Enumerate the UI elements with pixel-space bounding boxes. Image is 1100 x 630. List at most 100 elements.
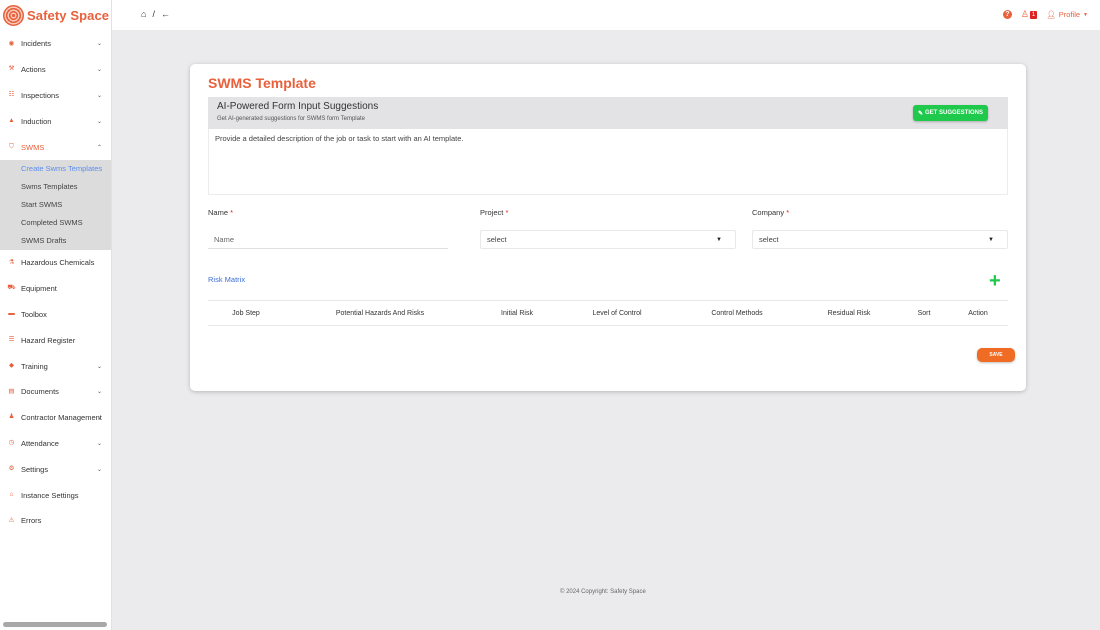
chevron-icon: ⌄ (96, 41, 102, 48)
sidebar-item-label: Documents (21, 387, 59, 397)
profile-menu[interactable]: 👤︎ Profile ▼ (1046, 10, 1088, 19)
sidebar-item-label: Hazard Register (21, 335, 76, 345)
logo-mark-icon (3, 4, 24, 26)
name-label-text: Name (208, 208, 229, 217)
sidebar-item-label: Training (21, 361, 48, 371)
sidebar-item-label: SWMS (21, 142, 45, 152)
help-icon[interactable]: ? (1002, 10, 1012, 19)
name-field (208, 230, 448, 249)
chevron-icon: ⌄ (96, 389, 102, 396)
list-icon: ☰ (8, 336, 15, 344)
sidebar-item-instance-settings[interactable]: ⌂ Instance Settings (0, 482, 111, 508)
chevron-icon: ⌄ (96, 440, 102, 447)
sidebar-item-label: Equipment (21, 284, 57, 294)
sidebar-scrollbar[interactable] (3, 622, 107, 627)
shield-icon: ⛉ (9, 142, 14, 150)
ai-suggestions-title: AI-Powered Form Input Suggestions (217, 101, 379, 112)
column-header-job-step: Job Step (232, 310, 260, 317)
sidebar-item-label: Instance Settings (21, 490, 79, 500)
name-label: Name * (208, 208, 233, 217)
building-icon: ⌂ (9, 490, 14, 498)
company-label-text: Company (752, 208, 785, 217)
submenu-item-start-swms[interactable]: Start SWMS (0, 196, 111, 214)
submenu-item-completed-swms[interactable]: Completed SWMS (0, 214, 111, 232)
get-suggestions-button[interactable]: ✎ GET SUGGESTIONS (912, 105, 988, 121)
name-input[interactable] (214, 234, 448, 244)
topbar: ⌂ / ← ? ♙ 1 👤︎ Profile ▼ (112, 0, 1100, 30)
job-description-textarea[interactable] (208, 129, 1008, 195)
risk-matrix-link[interactable]: Risk Matrix (208, 275, 245, 284)
sidebar-item-hazardous-chemicals[interactable]: ⚗ Hazardous Chemicals (0, 250, 111, 276)
sidebar-item-attendance[interactable]: ◷ Attendance ⌄ (0, 431, 111, 457)
company-select[interactable]: select ▼ (752, 230, 1008, 249)
page-title: SWMS Template (208, 75, 316, 91)
sidebar-item-label: Induction (21, 116, 52, 126)
sidebar-item-documents[interactable]: ▤ Documents ⌄ (0, 379, 111, 405)
project-label-text: Project (480, 208, 504, 217)
sidebar-item-contractor-management[interactable]: ♟ Contractor Management ⌄ (0, 405, 111, 431)
get-suggestions-label: GET SUGGESTIONS (924, 110, 983, 116)
sidebar-item-induction[interactable]: ▲ Induction ⌄ (0, 108, 111, 134)
sidebar-item-label: Attendance (21, 438, 59, 448)
ai-suggestions-header: AI-Powered Form Input Suggestions Get AI… (208, 97, 1008, 129)
user-alert-icon: ♙ (1020, 9, 1029, 19)
sidebar-item-label: Hazardous Chemicals (21, 258, 95, 268)
sidebar-item-label: Inspections (21, 90, 59, 100)
breadcrumb-separator: / (152, 9, 155, 19)
users-icon: ♟ (8, 413, 15, 421)
column-header-action: Action (968, 310, 988, 317)
submenu-item-swms-templates[interactable]: Swms Templates (0, 178, 111, 196)
project-select[interactable]: select ▼ (480, 230, 736, 249)
sidebar-item-toolbox[interactable]: ▬ Toolbox (0, 302, 111, 328)
column-header-control-methods: Control Methods (711, 310, 763, 317)
submenu-item-create-swms-templates[interactable]: Create Swms Templates (0, 160, 111, 178)
checklist-icon: ☷ (8, 91, 15, 99)
project-select-value: select (487, 235, 507, 244)
graduation-cap-icon: ◆ (9, 361, 14, 369)
notifications-button[interactable]: ♙ 1 (1020, 9, 1038, 20)
sidebar-item-label: Settings (21, 464, 49, 474)
sidebar-item-training[interactable]: ◆ Training ⌄ (0, 353, 111, 379)
column-header-level-of-control: Level of Control (592, 310, 642, 317)
column-header-sort: Sort (917, 310, 931, 317)
sidebar-item-label: Contractor Management (21, 413, 102, 423)
save-button[interactable]: SAVE (977, 348, 1015, 362)
chevron-icon: ⌄ (96, 466, 102, 473)
sidebar-item-hazard-register[interactable]: ☰ Hazard Register (0, 327, 111, 353)
toolbox-icon: ▬ (8, 310, 15, 318)
column-header-initial-risk: Initial Risk (501, 310, 533, 317)
document-icon: ▤ (8, 387, 15, 395)
chevron-icon: ⌄ (96, 67, 102, 74)
required-mark: * (786, 208, 790, 217)
sidebar-item-actions[interactable]: ⚒ Actions ⌄ (0, 57, 111, 83)
chevron-icon: ⌃ (96, 144, 102, 151)
sidebar-item-incidents[interactable]: ◉ Incidents ⌄ (0, 31, 111, 57)
back-arrow-icon[interactable]: ← (161, 9, 170, 19)
add-row-icon[interactable]: + (989, 271, 1001, 291)
submenu-item-swms-drafts[interactable]: SWMS Drafts (0, 232, 111, 250)
sidebar-item-inspections[interactable]: ☷ Inspections ⌄ (0, 83, 111, 109)
home-icon[interactable]: ⌂ (141, 9, 146, 19)
logo[interactable]: Safety Space (0, 0, 111, 30)
company-select-value: select (759, 235, 779, 244)
sidebar-nav: ◉ Incidents ⌄ ⚒ Actions ⌄ ☷ Inspections ⌄ ▲ Induct… (0, 31, 111, 534)
dropdown-arrow-icon: ▼ (988, 236, 994, 243)
sidebar-item-errors[interactable]: ⚠ Errors (0, 508, 111, 534)
incident-icon: ◉ (8, 39, 15, 47)
column-header-potential-hazards-and-risks: Potential Hazards And Risks (335, 310, 425, 317)
chevron-icon: ⌄ (96, 118, 102, 125)
sidebar-item-settings[interactable]: ⚙ Settings ⌄ (0, 456, 111, 482)
chevron-icon: ⌄ (96, 92, 102, 99)
sidebar-item-label: Toolbox (21, 309, 47, 319)
footer-copyright: © 2024 Copyright: Safety Space (560, 589, 646, 595)
logo-text: Safety Space (27, 7, 110, 23)
caret-down-icon: ▼ (1083, 11, 1088, 18)
sidebar-item-equipment[interactable]: ⛟ Equipment (0, 276, 111, 302)
sidebar-item-swms[interactable]: ⛉ SWMS ⌃ (0, 134, 111, 160)
magic-wand-icon: ✎ (917, 110, 923, 117)
required-mark: * (230, 208, 234, 217)
truck-icon: ⛟ (7, 284, 16, 292)
swms-template-card: SWMS Template AI-Powered Form Input Sugg… (190, 64, 1026, 391)
user-icon: 👤︎ (1046, 10, 1056, 19)
topbar-actions: ? ♙ 1 👤︎ Profile ▼ (1002, 9, 1088, 20)
